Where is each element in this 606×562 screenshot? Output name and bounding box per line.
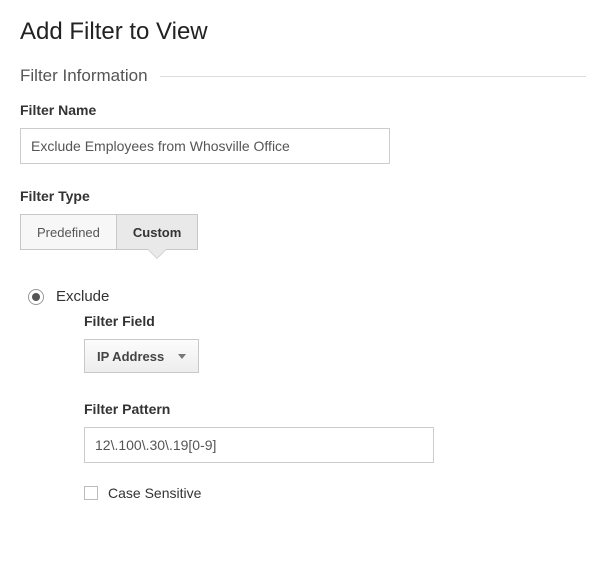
case-sensitive-row[interactable]: Case Sensitive <box>84 485 586 501</box>
filter-field-dropdown[interactable]: IP Address <box>84 339 199 373</box>
filter-name-label: Filter Name <box>20 102 586 118</box>
filter-field-label: Filter Field <box>84 313 586 329</box>
divider <box>160 76 586 77</box>
section-header: Filter Information <box>20 66 586 86</box>
exclude-radio-row[interactable]: Exclude <box>28 288 586 305</box>
filter-type-tabs: Predefined Custom <box>20 214 586 250</box>
filter-pattern-input[interactable] <box>84 427 434 463</box>
case-sensitive-label: Case Sensitive <box>108 485 201 501</box>
radio-inner-icon <box>32 293 40 301</box>
page-title: Add Filter to View <box>20 18 586 46</box>
section-header-text: Filter Information <box>20 66 148 86</box>
tab-predefined[interactable]: Predefined <box>20 214 117 250</box>
filter-field-selected: IP Address <box>97 349 164 364</box>
case-sensitive-checkbox[interactable] <box>84 486 98 500</box>
chevron-down-icon <box>178 354 186 359</box>
tab-custom[interactable]: Custom <box>117 214 198 250</box>
filter-type-label: Filter Type <box>20 188 586 204</box>
filter-name-input[interactable] <box>20 128 390 164</box>
filter-pattern-label: Filter Pattern <box>84 401 586 417</box>
exclude-label: Exclude <box>56 288 109 305</box>
radio-exclude[interactable] <box>28 289 44 305</box>
